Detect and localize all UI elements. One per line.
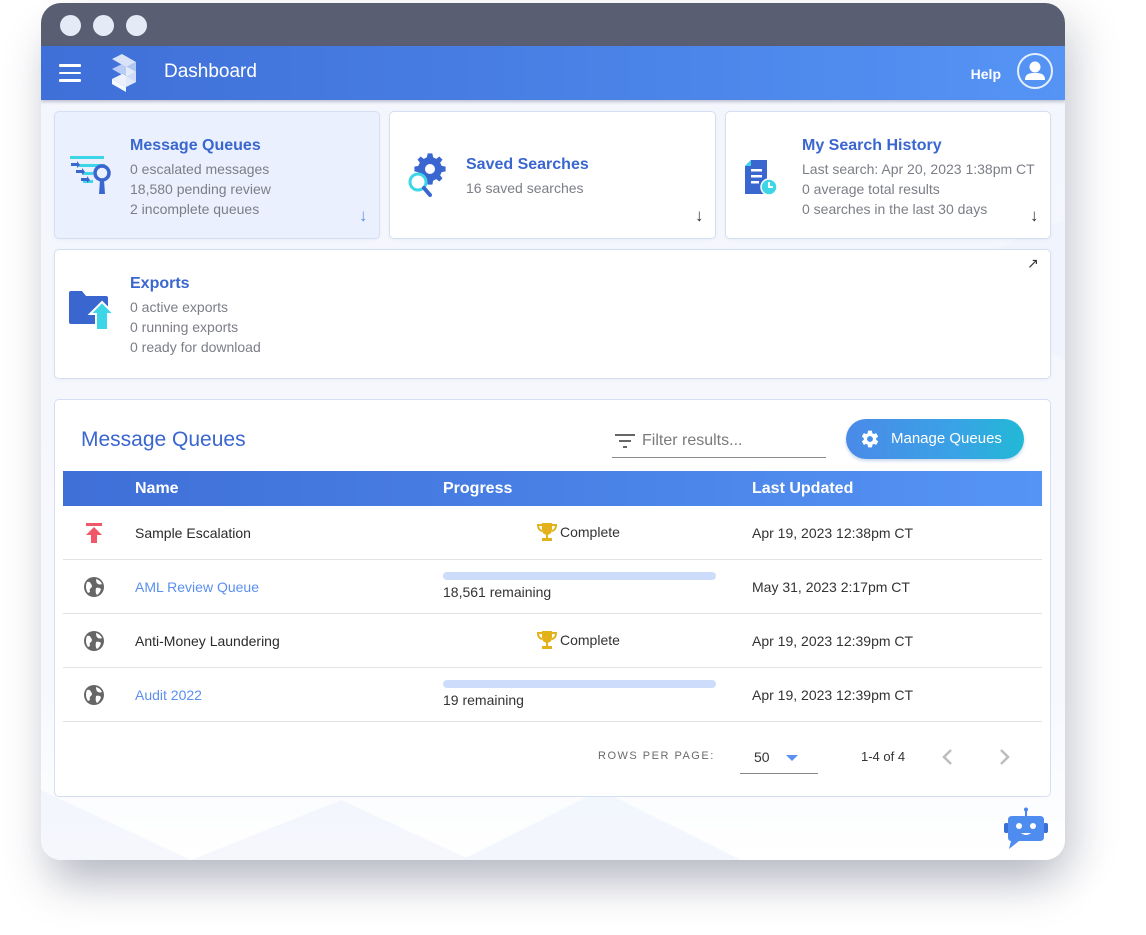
trophy-icon bbox=[537, 631, 557, 649]
rows-per-page-select[interactable]: 50 bbox=[740, 737, 818, 774]
card-stat: 0 active exports bbox=[130, 299, 229, 315]
rows-per-page-label: ROWS PER PAGE: bbox=[598, 750, 715, 762]
trophy-icon bbox=[537, 523, 557, 541]
globe-icon bbox=[84, 577, 104, 597]
column-header-progress[interactable]: Progress bbox=[443, 480, 512, 498]
folder-upload-icon bbox=[69, 291, 116, 331]
gear-search-icon bbox=[408, 153, 446, 197]
chevron-left-icon[interactable] bbox=[936, 745, 960, 769]
page-range: 1-4 of 4 bbox=[861, 749, 906, 764]
queue-name: Sample Escalation bbox=[135, 525, 251, 541]
progress-remaining: 19 remaining bbox=[443, 692, 524, 708]
column-header-name[interactable]: Name bbox=[135, 480, 179, 498]
card-stat: Last search: Apr 20, 2023 1:38pm CT bbox=[802, 161, 1035, 177]
exports-card[interactable]: Exports 0 active exports 0 running expor… bbox=[54, 249, 1051, 379]
column-header-last-updated[interactable]: Last Updated bbox=[752, 480, 853, 498]
search-history-card[interactable]: My Search History Last search: Apr 20, 2… bbox=[725, 111, 1051, 239]
card-stat: 2 incomplete queues bbox=[130, 201, 260, 217]
progress-remaining: 18,561 remaining bbox=[443, 584, 552, 600]
app-header: Dashboard Help bbox=[41, 46, 1065, 100]
arrow-down-icon[interactable]: ↓ bbox=[1030, 206, 1039, 226]
document-clock-icon bbox=[745, 160, 778, 196]
table-row[interactable]: AML Review Queue 18,561 remaining May 31… bbox=[63, 560, 1042, 614]
globe-icon bbox=[84, 685, 104, 705]
window-minimize-button[interactable] bbox=[93, 15, 114, 36]
app-window: Dashboard Help Message Queues 0 escalate… bbox=[41, 3, 1065, 860]
gear-icon bbox=[861, 430, 879, 448]
card-title[interactable]: Message Queues bbox=[130, 137, 261, 155]
progress-label: Complete bbox=[560, 524, 620, 540]
window-close-button[interactable] bbox=[60, 15, 81, 36]
arrow-down-icon[interactable]: ↓ bbox=[695, 206, 704, 226]
filter-input[interactable] bbox=[642, 429, 822, 453]
hamburger-menu-icon[interactable] bbox=[59, 64, 81, 82]
last-updated: Apr 19, 2023 12:39pm CT bbox=[752, 633, 914, 649]
window-maximize-button[interactable] bbox=[126, 15, 147, 36]
card-title[interactable]: My Search History bbox=[802, 137, 942, 155]
table-row[interactable]: Sample Escalation Complete Apr 19, 2023 … bbox=[63, 506, 1042, 560]
last-updated: Apr 19, 2023 12:39pm CT bbox=[752, 687, 914, 703]
last-updated: Apr 19, 2023 12:38pm CT bbox=[752, 525, 914, 541]
card-stat: 16 saved searches bbox=[466, 180, 584, 196]
globe-icon bbox=[84, 631, 104, 651]
filter-field[interactable] bbox=[612, 425, 826, 458]
progress-complete: Complete bbox=[537, 630, 620, 650]
table-row[interactable]: Audit 2022 19 remaining Apr 19, 2023 12:… bbox=[63, 668, 1042, 722]
panel-title: Message Queues bbox=[81, 428, 246, 451]
message-queues-card[interactable]: Message Queues 0 escalated messages 18,5… bbox=[54, 111, 380, 239]
manage-queues-button[interactable]: Manage Queues bbox=[846, 419, 1024, 459]
progress-complete: Complete bbox=[537, 522, 620, 542]
last-updated: May 31, 2023 2:17pm CT bbox=[752, 579, 910, 595]
progress-bar bbox=[443, 572, 716, 580]
manage-queues-label: Manage Queues bbox=[891, 430, 1002, 447]
caret-down-icon bbox=[786, 755, 798, 761]
table-row[interactable]: Anti-Money Laundering Complete Apr 19, 2… bbox=[63, 614, 1042, 668]
escalation-icon bbox=[86, 523, 102, 543]
queue-name: Anti-Money Laundering bbox=[135, 633, 280, 649]
chatbot-icon[interactable] bbox=[1003, 807, 1049, 851]
message-queues-panel: Message Queues Manage Queues Name Progre… bbox=[54, 399, 1051, 797]
app-logo-icon[interactable] bbox=[109, 53, 139, 93]
queues-table: Name Progress Last Updated Sample Escala… bbox=[63, 471, 1042, 722]
card-stat: 0 escalated messages bbox=[130, 161, 270, 177]
queue-name-link[interactable]: Audit 2022 bbox=[135, 687, 202, 703]
chevron-right-icon[interactable] bbox=[992, 745, 1016, 769]
progress-label: Complete bbox=[560, 632, 620, 648]
card-stat: 0 ready for download bbox=[130, 339, 261, 355]
table-header: Name Progress Last Updated bbox=[63, 471, 1042, 506]
page-title: Dashboard bbox=[164, 61, 257, 82]
pagination: ROWS PER PAGE: 50 1-4 of 4 bbox=[55, 737, 1050, 787]
card-title[interactable]: Saved Searches bbox=[466, 156, 589, 174]
queue-name-link[interactable]: AML Review Queue bbox=[135, 579, 259, 595]
card-stat: 18,580 pending review bbox=[130, 181, 271, 197]
card-stat: 0 average total results bbox=[802, 181, 940, 197]
filter-icon bbox=[615, 434, 635, 448]
external-link-arrow-icon[interactable]: ↗ bbox=[1027, 255, 1039, 272]
saved-searches-card[interactable]: Saved Searches 16 saved searches ↓ bbox=[389, 111, 716, 239]
card-stat: 0 running exports bbox=[130, 319, 239, 335]
card-stat: 0 searches in the last 30 days bbox=[802, 201, 988, 217]
rows-per-page-value: 50 bbox=[754, 749, 770, 765]
progress-bar bbox=[443, 680, 716, 688]
user-account-button[interactable] bbox=[1017, 53, 1053, 89]
queue-search-icon bbox=[70, 156, 111, 194]
help-link[interactable]: Help bbox=[971, 66, 1001, 82]
arrow-down-icon[interactable]: ↓ bbox=[359, 206, 368, 226]
card-title[interactable]: Exports bbox=[130, 275, 190, 293]
user-avatar-icon bbox=[1025, 61, 1045, 80]
window-titlebar bbox=[41, 3, 1065, 46]
